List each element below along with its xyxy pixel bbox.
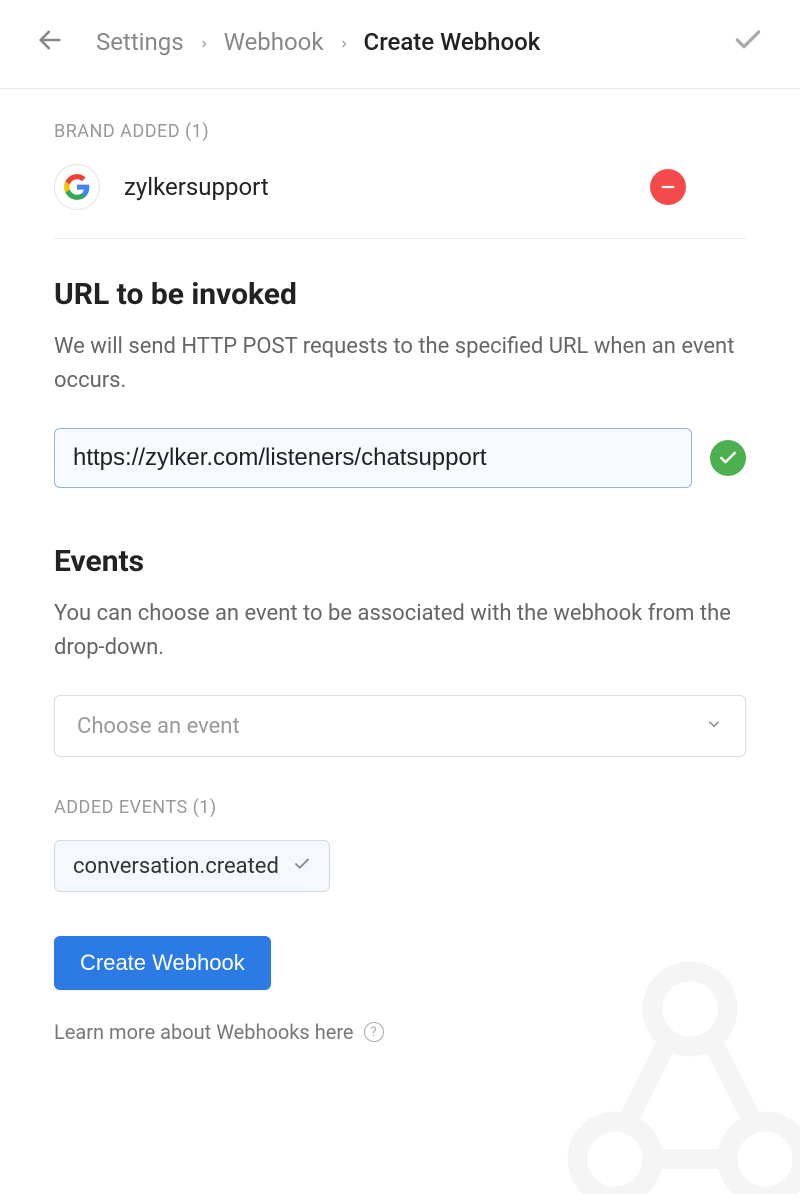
brand-avatar — [54, 164, 100, 210]
event-select-dropdown[interactable]: Choose an event — [54, 695, 746, 757]
url-section-description: We will send HTTP POST requests to the s… — [54, 330, 746, 398]
chevron-right-icon — [338, 28, 350, 56]
event-tag-label: conversation.created — [73, 854, 279, 879]
learn-more-text: Learn more about Webhooks here — [54, 1020, 354, 1044]
breadcrumb-settings[interactable]: Settings — [96, 28, 184, 56]
events-section-description: You can choose an event to be associated… — [54, 597, 746, 665]
check-icon — [718, 448, 738, 468]
breadcrumb-current: Create Webhook — [364, 28, 541, 56]
chevron-right-icon — [198, 28, 210, 56]
check-icon — [293, 854, 311, 879]
minus-icon — [659, 178, 677, 196]
brand-name: zylkersupport — [124, 173, 650, 201]
event-tag[interactable]: conversation.created — [54, 840, 330, 892]
added-events-label: ADDED EVENTS (1) — [54, 797, 746, 818]
save-button[interactable] — [732, 24, 764, 60]
brand-row: zylkersupport — [54, 164, 746, 239]
breadcrumb-webhook[interactable]: Webhook — [224, 28, 324, 56]
url-valid-indicator — [710, 440, 746, 476]
learn-more-link[interactable]: Learn more about Webhooks here ? — [54, 1020, 746, 1044]
breadcrumb: Settings Webhook Create Webhook — [96, 28, 732, 56]
remove-brand-button[interactable] — [650, 169, 686, 205]
url-input[interactable] — [54, 428, 692, 488]
back-button[interactable] — [36, 26, 64, 58]
help-icon: ? — [364, 1022, 384, 1042]
brand-added-label: BRAND ADDED (1) — [54, 121, 746, 142]
url-section-title: URL to be invoked — [54, 277, 746, 312]
events-section-title: Events — [54, 544, 746, 579]
event-select-placeholder: Choose an event — [77, 714, 240, 739]
create-webhook-button[interactable]: Create Webhook — [54, 936, 271, 990]
google-icon — [63, 173, 91, 201]
chevron-down-icon — [705, 714, 723, 739]
